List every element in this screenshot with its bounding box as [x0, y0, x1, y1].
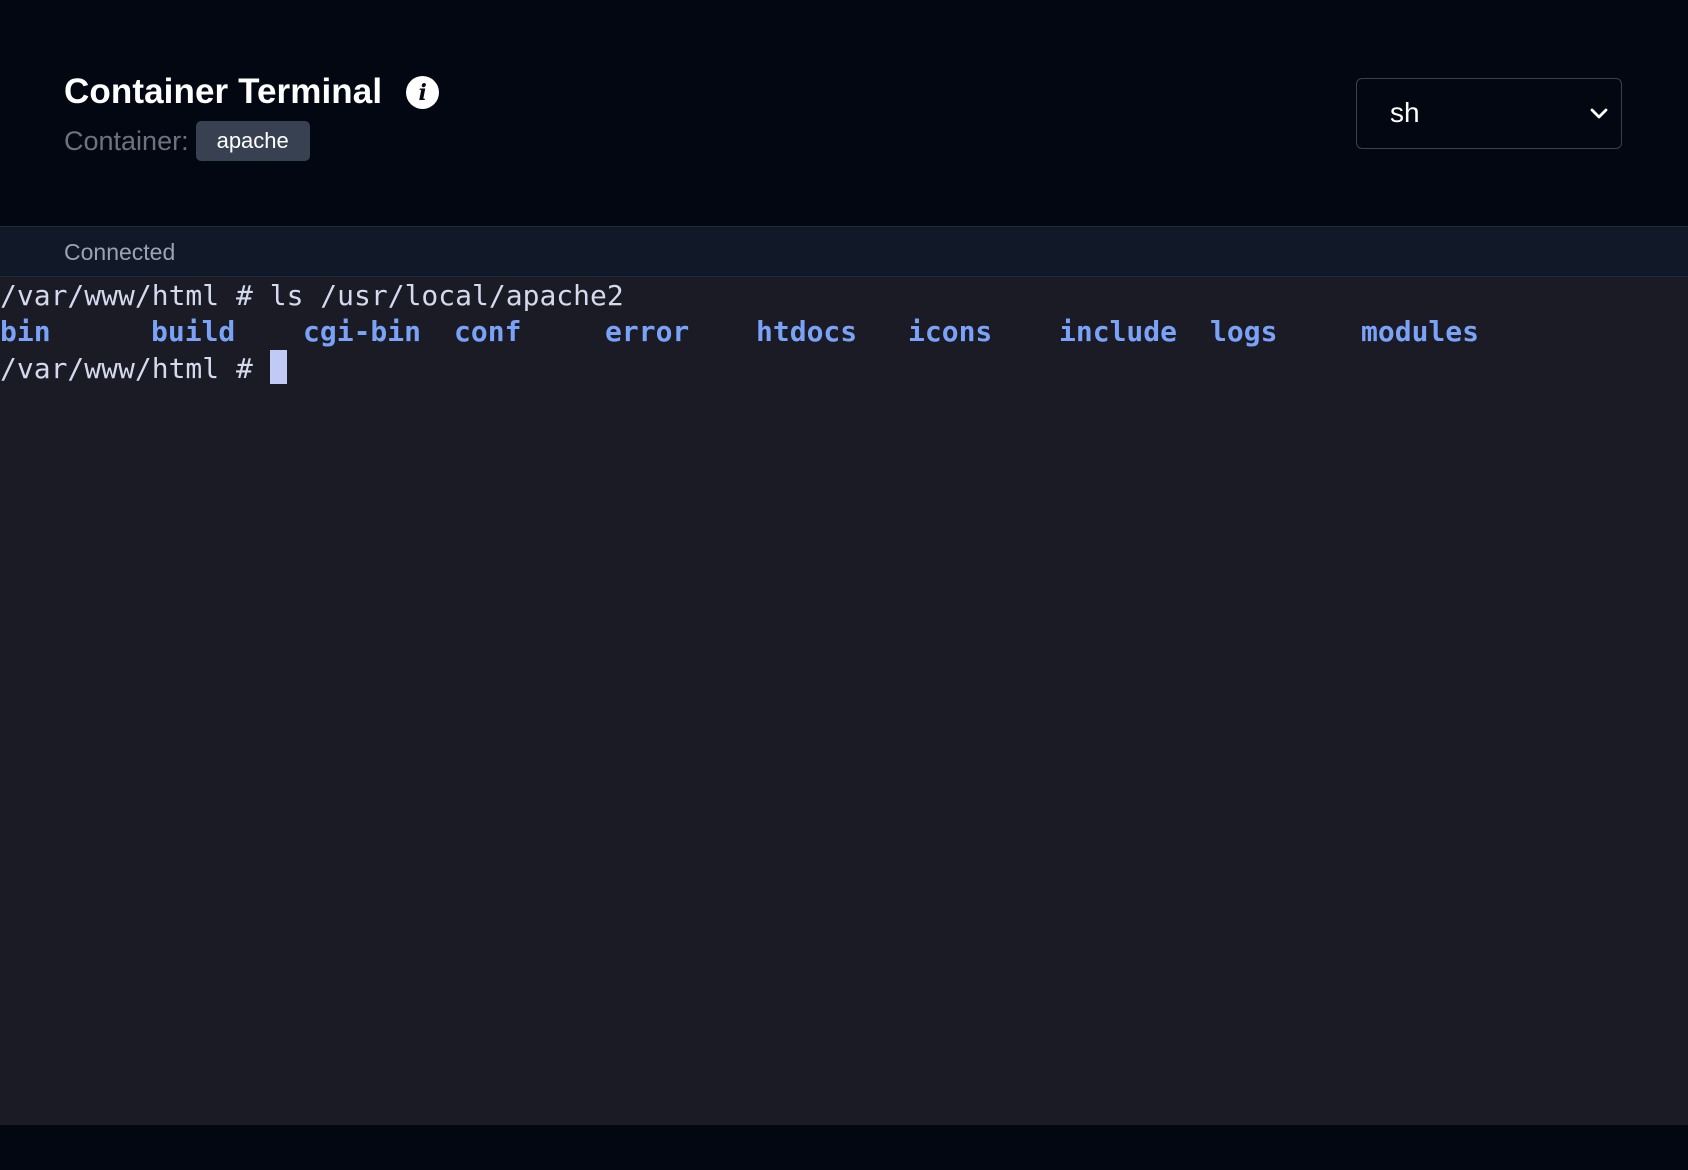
directory-entry: icons: [908, 315, 993, 348]
page-header: Container Terminal i Container: apache s…: [0, 0, 1688, 226]
directory-entry: include: [1059, 315, 1178, 348]
directory-entry: build: [151, 315, 236, 348]
terminal-prompt-line: /var/www/html #: [0, 350, 287, 386]
directory-entry: htdocs: [756, 315, 858, 348]
info-icon[interactable]: i: [406, 75, 440, 109]
connection-status: Connected: [64, 239, 176, 265]
shell-select-value: sh: [1390, 97, 1420, 128]
terminal-command-line: /var/www/html # ls /usr/local/apache2: [0, 279, 624, 312]
page-footer: [0, 1125, 1688, 1170]
terminal-output[interactable]: /var/www/html # ls /usr/local/apache2 bi…: [0, 277, 1688, 1125]
chevron-down-icon: [1590, 108, 1608, 119]
directory-entry: modules: [1361, 315, 1480, 348]
directory-entry: conf: [454, 315, 522, 348]
terminal-listing-line: bin build cgi-bin conf error htdocs icon…: [0, 314, 1688, 350]
terminal-cursor: [269, 350, 287, 384]
container-info: Container: apache: [64, 121, 310, 161]
connection-status-bar: Connected: [0, 226, 1688, 277]
title-row: Container Terminal i: [64, 70, 440, 114]
page-title: Container Terminal: [64, 72, 383, 111]
container-label: Container:: [64, 126, 189, 156]
directory-entry: bin: [0, 315, 51, 348]
container-badge: apache: [195, 121, 310, 161]
terminal-page: Container Terminal i Container: apache s…: [0, 0, 1688, 1170]
directory-entry: error: [605, 315, 690, 348]
directory-entry: logs: [1210, 315, 1278, 348]
terminal-prompt: /var/www/html #: [0, 352, 270, 385]
shell-select[interactable]: sh: [1356, 78, 1622, 149]
directory-entry: cgi-bin: [303, 315, 422, 348]
